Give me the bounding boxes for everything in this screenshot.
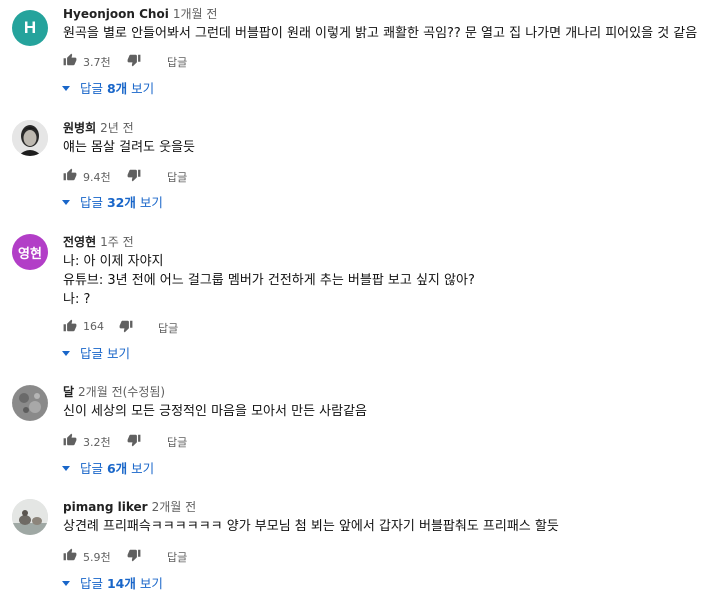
comment-time[interactable]: 2년 전 (100, 121, 134, 135)
thumbs-down-icon[interactable] (119, 319, 133, 333)
comment-actions: 164 답글 (63, 319, 263, 337)
avatar[interactable]: 영현 (12, 234, 48, 270)
replies-count: 8개 (106, 81, 128, 96)
thumbs-up-icon[interactable] (63, 53, 77, 67)
comment-text: 신이 세상의 모든 긍정적인 마음을 모아서 만든 사람같음 (63, 404, 368, 419)
reply-button[interactable]: 답글 (167, 169, 187, 185)
thumbs-down-icon[interactable] (127, 168, 141, 182)
comment-header: Hyeonjoon Choi 1개월 전 (63, 6, 217, 22)
comment-header: pimang liker 2개월 전 (63, 499, 196, 515)
thumbs-up-icon[interactable] (63, 433, 77, 447)
thumbs-down-icon[interactable] (127, 53, 141, 67)
comment-actions: 5.9천 답글 (63, 548, 263, 566)
replies-prefix: 답글 (80, 346, 107, 361)
replies-count: 32개 (106, 195, 136, 210)
author-name[interactable]: 원병희 (63, 121, 96, 135)
replies-prefix: 답글 (80, 195, 107, 210)
author-name[interactable]: 달 (63, 385, 74, 399)
replies-suffix: 보기 (127, 81, 155, 96)
comment-text-line: 나: ? (63, 292, 91, 307)
thumbs-down-icon[interactable] (127, 433, 141, 447)
replies-suffix: 보기 (127, 461, 155, 476)
like-count: 9.4천 (83, 171, 111, 184)
replies-prefix: 답글 (80, 81, 107, 96)
comment-actions: 9.4천 답글 (63, 168, 263, 186)
avatar-letter: 영현 (18, 246, 42, 262)
author-name[interactable]: 전영현 (63, 235, 96, 249)
view-replies-button[interactable]: 답글 보기 (62, 343, 130, 362)
comment-time[interactable]: 2개월 전(수정됨) (78, 385, 165, 399)
comment-time[interactable]: 1개월 전 (173, 7, 218, 21)
replies-count: 6개 (106, 461, 128, 476)
like-count: 3.7천 (83, 56, 111, 69)
replies-suffix: 보기 (106, 346, 130, 361)
avatar-letter: H (23, 18, 37, 37)
thumbs-up-icon[interactable] (63, 319, 77, 333)
moon-avatar-photo (12, 385, 48, 421)
replies-prefix: 답글 (80, 461, 107, 476)
avatar-photo (12, 120, 48, 156)
reply-button[interactable]: 답글 (167, 549, 187, 565)
comment-text: 원곡을 별로 안들어봐서 그런데 버블팝이 원래 이렇게 밝고 쾌활한 곡임??… (63, 26, 698, 41)
reply-button[interactable]: 답글 (167, 434, 187, 450)
author-name[interactable]: Hyeonjoon Choi (63, 7, 169, 21)
avatar[interactable] (12, 385, 48, 421)
avatar[interactable]: H (12, 10, 48, 46)
reply-button[interactable]: 답글 (167, 54, 187, 70)
comment-header: 전영현 1주 전 (63, 234, 134, 250)
comment-time[interactable]: 1주 전 (100, 235, 134, 249)
thumbs-down-icon[interactable] (127, 548, 141, 562)
replies-prefix: 답글 (80, 576, 107, 591)
view-replies-button[interactable]: 답글 32개 보기 (62, 192, 163, 211)
view-replies-button[interactable]: 답글 6개 보기 (62, 458, 154, 477)
reply-button[interactable]: 답글 (158, 320, 178, 336)
author-name[interactable]: pimang liker (63, 500, 148, 514)
like-count: 164 (83, 320, 104, 333)
comment-header: 달 2개월 전(수정됨) (63, 384, 165, 400)
avatar[interactable] (12, 499, 48, 535)
caret-down-icon (62, 581, 70, 586)
comment-text-line: 나: 아 이제 자야지 (63, 254, 164, 269)
comment-actions: 3.7천 답글 (63, 53, 263, 71)
comment-text: 얘는 몸살 걸려도 웃을듯 (63, 140, 195, 155)
comment-actions: 3.2천 답글 (63, 433, 263, 451)
replies-suffix: 보기 (135, 195, 163, 210)
comment-time[interactable]: 2개월 전 (152, 500, 197, 514)
view-replies-button[interactable]: 답글 14개 보기 (62, 573, 163, 592)
caret-down-icon (62, 86, 70, 91)
like-count: 5.9천 (83, 551, 111, 564)
avatar[interactable] (12, 120, 48, 156)
comment-text-line: 유튜브: 3년 전에 어느 걸그룹 멤버가 건전하게 추는 버블팝 보고 싶지 … (63, 273, 475, 288)
comment-text: 상견례 프리패슥ㅋㅋㅋㅋㅋㅋ 양가 부모님 첨 뵈는 앞에서 갑자기 버블팝춰도… (63, 519, 559, 534)
like-count: 3.2천 (83, 436, 111, 449)
caret-down-icon (62, 466, 70, 471)
replies-count: 14개 (106, 576, 136, 591)
caret-down-icon (62, 351, 70, 356)
replies-suffix: 보기 (135, 576, 163, 591)
view-replies-button[interactable]: 답글 8개 보기 (62, 78, 154, 97)
thumbs-up-icon[interactable] (63, 168, 77, 182)
comment-header: 원병희 2년 전 (63, 120, 134, 136)
avatar-photo (12, 499, 48, 535)
caret-down-icon (62, 200, 70, 205)
thumbs-up-icon[interactable] (63, 548, 77, 562)
